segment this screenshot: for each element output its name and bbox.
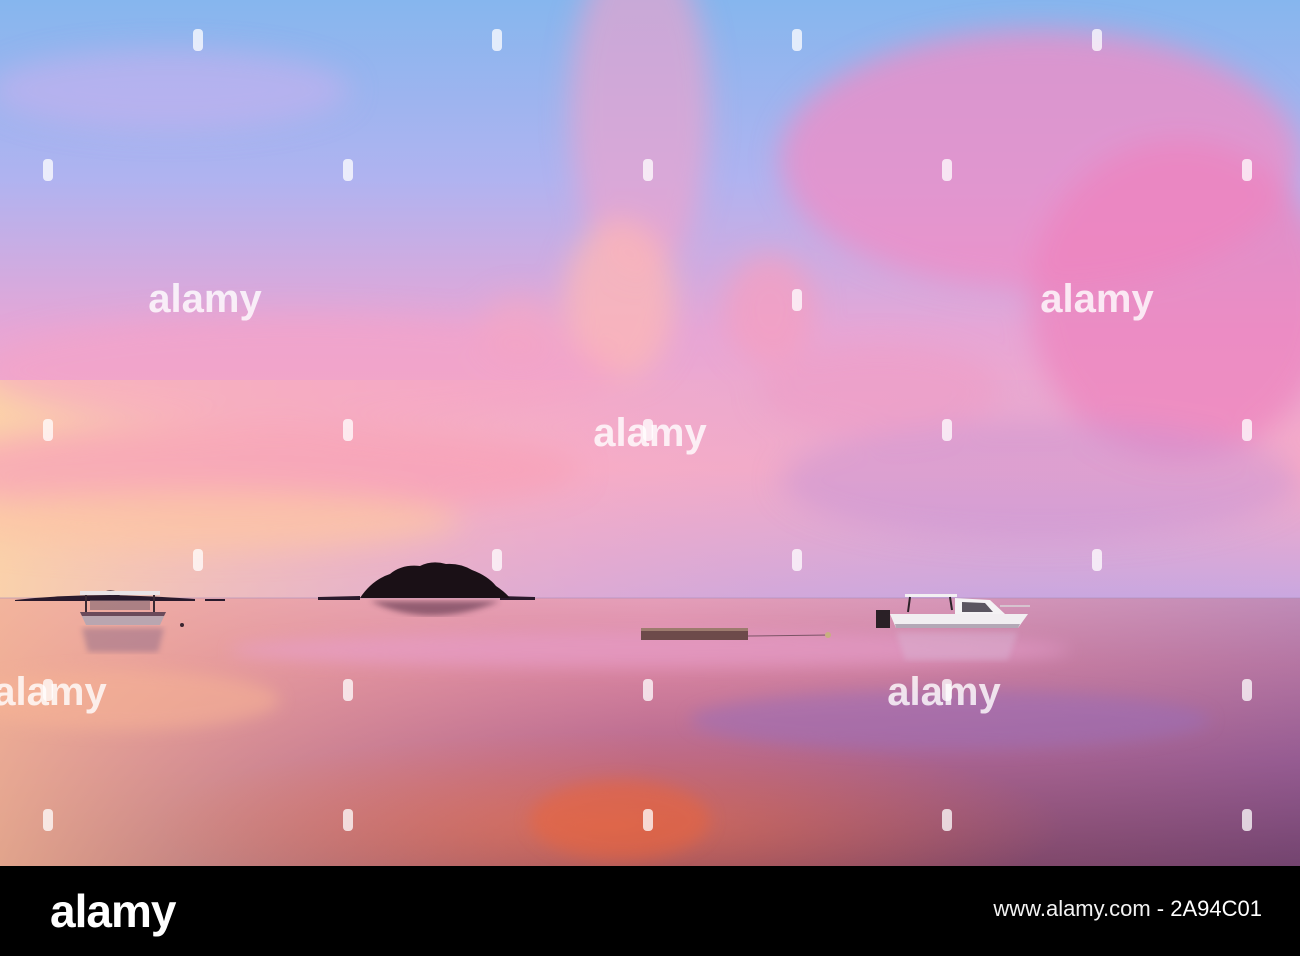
- watermark-text: alamy: [0, 670, 107, 714]
- watermark-mark: [1242, 419, 1252, 441]
- watermark-mark: [343, 679, 353, 701]
- watermark-mark: [942, 809, 952, 831]
- brand-logo: alamy: [50, 885, 176, 937]
- image-reference: www.alamy.com - 2A94C01: [993, 896, 1262, 922]
- watermark-mark: [1242, 809, 1252, 831]
- footer-bar: alamy www.alamy.com - 2A94C01: [0, 866, 1300, 956]
- watermark-mark: [942, 419, 952, 441]
- watermark-mark: [43, 159, 53, 181]
- sunset-seascape-photo: alamy alamy alamy alamy alamy: [0, 0, 1300, 866]
- image-id: 2A94C01: [1170, 896, 1262, 921]
- watermark-text: alamy: [148, 277, 262, 321]
- watermark-mark: [643, 419, 653, 441]
- watermark-mark: [343, 809, 353, 831]
- ref-separator: -: [1150, 896, 1171, 921]
- watermark-mark: [1092, 549, 1102, 571]
- watermark-mark: [643, 159, 653, 181]
- watermark-mark: [942, 679, 952, 701]
- watermark-mark: [643, 679, 653, 701]
- watermark-mark: [43, 679, 53, 701]
- watermark-mark: [193, 29, 203, 51]
- watermark-mark: [792, 549, 802, 571]
- watermark-mark: [492, 29, 502, 51]
- watermark-mark: [1092, 29, 1102, 51]
- watermark-mark: [492, 549, 502, 571]
- watermark-mark: [643, 809, 653, 831]
- watermark-mark: [792, 289, 802, 311]
- watermark-text: alamy: [1040, 277, 1154, 321]
- watermark-mark: [43, 809, 53, 831]
- watermark-mark: [43, 419, 53, 441]
- site-label: www.alamy.com: [993, 896, 1151, 921]
- watermark-mark: [343, 419, 353, 441]
- watermark-mark: [942, 159, 952, 181]
- watermark-mark: [1242, 159, 1252, 181]
- watermark-mark: [193, 549, 203, 571]
- watermark-mark: [1242, 679, 1252, 701]
- watermark-mark: [343, 159, 353, 181]
- watermark-mark: [792, 29, 802, 51]
